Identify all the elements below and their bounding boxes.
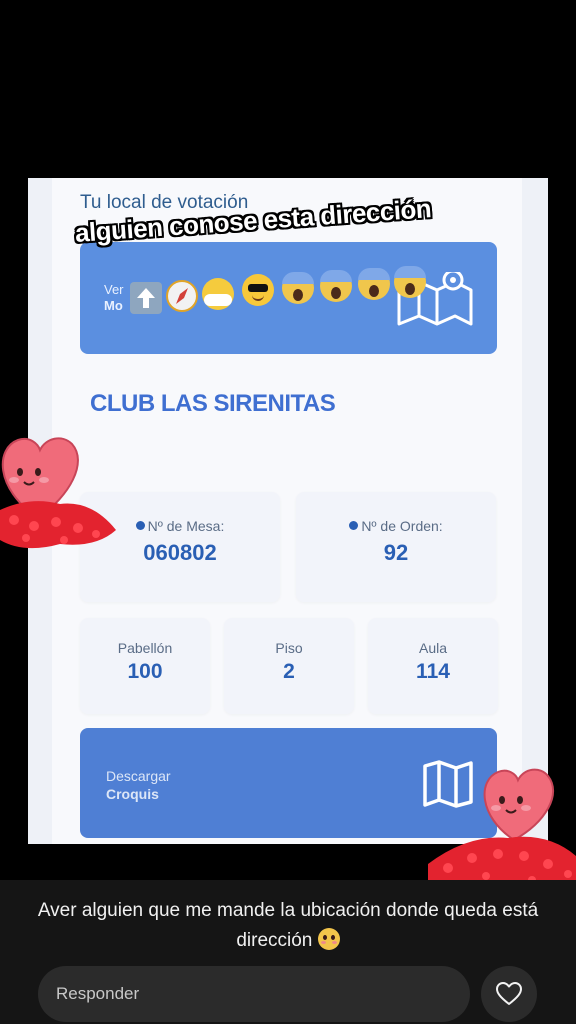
piso-card: Piso 2 — [224, 618, 354, 714]
aula-label: Aula — [418, 640, 448, 656]
arrow-up-icon — [130, 282, 162, 314]
venue-name: CLUB LAS SIRENITAS — [90, 390, 336, 417]
pabellon-card: Pabellón 100 — [80, 618, 210, 714]
sun-behind-cloud-icon — [202, 278, 234, 310]
reply-placeholder: Responder — [56, 984, 140, 1003]
compass-icon — [166, 280, 198, 312]
orden-value: 92 — [383, 540, 409, 565]
download-label: Descargar — [106, 768, 171, 784]
like-button[interactable] — [481, 966, 537, 1022]
heart-outline-icon — [496, 982, 522, 1005]
aula-card: Aula 114 — [368, 618, 498, 714]
heart-sticker-left — [0, 437, 116, 549]
orden-label: Nº de Orden: — [296, 518, 496, 534]
aula-value: 114 — [416, 660, 450, 683]
bullet-icon — [349, 521, 359, 530]
flushed-face-icon — [317, 928, 340, 950]
screaming-face-icon — [394, 266, 426, 298]
piso-value: 2 — [283, 660, 295, 683]
heart-sticker-right — [428, 768, 576, 892]
reply-input[interactable]: Responder — [38, 966, 470, 1022]
banner-text: Ver Mo — [104, 282, 124, 313]
pabellon-value: 100 — [127, 660, 163, 683]
screaming-face-icon — [358, 268, 390, 300]
comment-text: Aver alguien que me mande la ubicación d… — [37, 900, 539, 951]
sunglasses-face-icon — [242, 274, 274, 306]
screaming-face-icon — [282, 272, 314, 304]
croquis-label: Croquis — [106, 786, 159, 802]
orden-card: Nº de Orden: 92 — [296, 492, 496, 602]
bullet-icon — [135, 521, 145, 530]
screaming-face-icon — [320, 270, 352, 302]
pabellon-label: Pabellón — [117, 640, 173, 656]
piso-label: Piso — [275, 640, 303, 656]
